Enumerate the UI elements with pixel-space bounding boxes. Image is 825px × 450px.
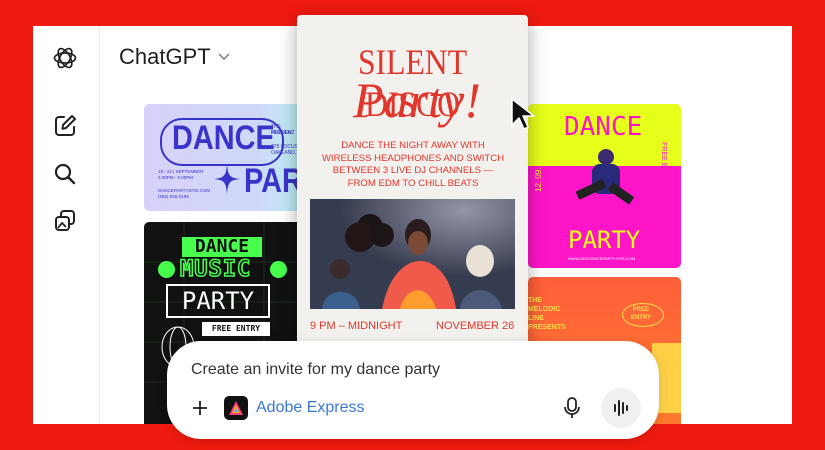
date-line: 19 - 22 | SEPTEMBER: [158, 169, 204, 174]
orange-text-1: THE: [528, 297, 542, 304]
phone-text: (555) 555-0199: [158, 194, 189, 199]
event-time: 9 PM – MIDNIGHT: [310, 320, 403, 332]
free-entry-badge: FREE ENTRY: [202, 322, 270, 336]
adobe-express-icon: [224, 396, 248, 420]
chevron-down-icon: [218, 53, 230, 61]
invite-card-lime[interactable]: DANCE 12. 09. 20 FREE ENTRY PARTY WWW.DE…: [528, 104, 681, 268]
microphone-icon[interactable]: [563, 396, 581, 420]
presenter-text-2: PRESENT: [271, 130, 295, 136]
dance-heading: DANCE: [172, 119, 275, 157]
main-description: DANCE THE NIGHT AWAY WITH WIRELESS HEADP…: [321, 140, 505, 189]
invite-card-silent-disco[interactable]: SILENT DISCO Party! DANCE THE NIGHT AWAY…: [297, 15, 528, 345]
orange-text-4: PRESENTS: [528, 324, 566, 331]
side-date: 12. 09. 20: [534, 156, 543, 192]
sidebar: [33, 26, 100, 424]
chat-composer: Create an invite for my dance party Adob…: [167, 341, 659, 439]
lime-top-text: DANCE: [564, 112, 643, 142]
lime-site: WWW.DESCENCEPARTY.SITE.COM: [568, 256, 636, 261]
green-line-2: MUSIC: [179, 256, 252, 283]
party-heading: PAR: [244, 162, 303, 200]
smiley-icon: [158, 261, 175, 278]
new-chat-icon[interactable]: [52, 113, 78, 139]
lime-bottom-text: PARTY: [568, 226, 641, 254]
openai-logo-icon[interactable]: [52, 45, 78, 71]
time-line: 3.30PM - 9.00PM: [158, 175, 194, 180]
sparkle-icon: [214, 164, 240, 194]
app-title: ChatGPT: [119, 44, 211, 69]
event-date: NOVEMBER 26: [436, 320, 515, 332]
side-free-entry: FREE ENTRY: [660, 142, 667, 187]
party-photo: [310, 199, 515, 309]
site-text: DANCEPARTYSITE.COM: [158, 188, 211, 193]
prompt-input[interactable]: Create an invite for my dance party: [191, 361, 491, 379]
search-icon[interactable]: [52, 161, 78, 187]
orange-badge-1: FREE: [633, 307, 650, 313]
voice-waveform-icon: [614, 400, 628, 416]
orange-text-2: MELODIC: [528, 306, 561, 313]
dancer-silhouette: [575, 149, 635, 219]
adobe-express-label: Adobe Express: [256, 399, 365, 416]
voice-mode-button[interactable]: [601, 388, 641, 428]
orange-badge-2: ENTRY: [631, 315, 652, 321]
orange-text-3: LINE: [528, 315, 544, 322]
invite-card-blue[interactable]: DANCE THE MELODIC PRESENT 778 LOCUST OAK…: [144, 104, 304, 211]
smiley-icon: [270, 261, 287, 278]
images-icon[interactable]: [52, 208, 78, 234]
main-title-2: Party!: [353, 72, 481, 128]
green-line-3: PARTY: [166, 284, 270, 318]
model-selector[interactable]: ChatGPT: [119, 44, 231, 70]
plus-icon[interactable]: [191, 399, 209, 417]
cursor-icon: [511, 98, 535, 130]
green-line-1: DANCE: [182, 237, 262, 257]
adobe-express-chip[interactable]: Adobe Express: [224, 396, 365, 420]
